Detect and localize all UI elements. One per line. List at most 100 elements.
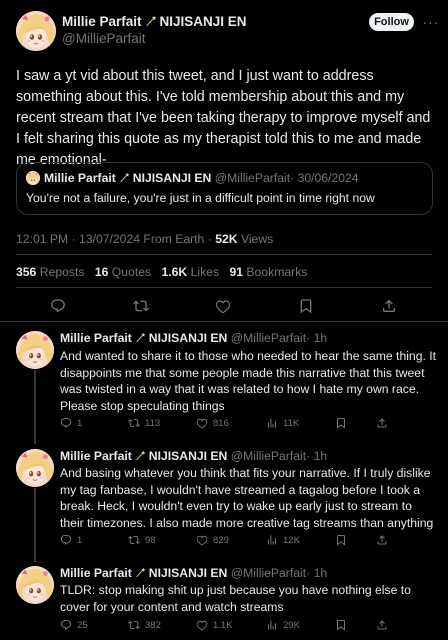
views-count: 11K	[283, 417, 300, 429]
views-button[interactable]: 29K	[266, 619, 300, 631]
views-button[interactable]: 11K	[266, 417, 299, 429]
like-button[interactable]: 1.1K	[196, 619, 233, 631]
like-count: 816	[213, 417, 229, 429]
tweet-time[interactable]: 12:01 PM	[16, 232, 68, 246]
wand-icon	[119, 172, 130, 183]
like-count: 1.1K	[213, 619, 233, 631]
quote-handle: @MillieParfait	[214, 171, 291, 185]
reposts-stat[interactable]: 356 Reposts	[16, 265, 84, 279]
bookmark-button[interactable]	[335, 534, 347, 546]
like-icon	[196, 534, 208, 546]
reply-time[interactable]: · 1h	[306, 331, 327, 345]
avatar-image	[16, 11, 56, 51]
reply-button[interactable]: 25	[60, 619, 88, 631]
reply-actions: 1 98 829 12K	[60, 534, 440, 548]
views-count: 12K	[283, 534, 300, 546]
avatar[interactable]	[16, 11, 56, 51]
reposts-label: Reposts	[39, 265, 85, 279]
quote-affiliation: NIJISANJI EN	[132, 171, 212, 185]
like-icon	[196, 417, 208, 429]
share-button[interactable]	[376, 534, 388, 546]
reply-icon	[60, 619, 72, 631]
views-button[interactable]: 12K	[266, 534, 300, 546]
reply-time[interactable]: · 1h	[306, 449, 327, 463]
views-label: Views	[240, 232, 274, 246]
reply-count: 25	[77, 619, 88, 631]
avatar[interactable]	[16, 566, 54, 604]
divider	[16, 254, 432, 255]
reply-icon	[60, 417, 72, 429]
reply-text: And basing whatever you think that fits …	[60, 466, 434, 530]
more-options-icon[interactable]: ···	[423, 13, 439, 31]
quotes-stat[interactable]: 16 Quotes	[95, 265, 151, 279]
tweet-date: · 13/07/2024 From Earth ·	[71, 232, 212, 246]
author-handle[interactable]: @MillieParfait	[231, 449, 306, 463]
views-icon	[266, 417, 278, 429]
display-name[interactable]: Millie Parfait	[60, 331, 132, 345]
reply-count: 1	[77, 417, 83, 429]
likes-stat[interactable]: 1.6K Likes	[161, 265, 219, 279]
likes-count: 1.6K	[161, 265, 188, 279]
like-button[interactable]: 829	[196, 534, 229, 546]
reply-text: TLDR: stop making shit up just because y…	[60, 583, 411, 614]
bookmark-icon	[335, 534, 347, 546]
author-name[interactable]: Millie Parfait NIJISANJI EN	[62, 14, 247, 29]
reply-time[interactable]: · 1h	[306, 566, 327, 580]
share-icon[interactable]	[381, 298, 397, 314]
bookmarks-count: 91	[229, 265, 244, 279]
divider	[0, 321, 448, 322]
share-button[interactable]	[376, 417, 388, 429]
views-count: 52K	[215, 232, 238, 246]
quote-avatar	[26, 171, 40, 185]
bookmark-icon	[335, 619, 347, 631]
like-button[interactable]: 816	[196, 417, 229, 429]
avatar[interactable]	[16, 449, 54, 487]
reply-header: Millie Parfait NIJISANJI EN @MillieParfai…	[60, 331, 327, 345]
reply-icon	[60, 534, 72, 546]
repost-button[interactable]: 98	[128, 534, 156, 546]
reply-button[interactable]: 1	[60, 534, 82, 546]
share-icon	[376, 534, 388, 546]
author-handle[interactable]: @MillieParfait	[62, 31, 145, 46]
reply-actions: 1 113 816 11K	[60, 417, 440, 431]
affiliation: NIJISANJI EN	[159, 14, 247, 29]
display-name[interactable]: Millie Parfait	[60, 449, 132, 463]
wand-icon	[145, 15, 157, 27]
share-button[interactable]	[376, 619, 388, 631]
quote-author-name: Millie Parfait	[44, 171, 116, 185]
reply-icon[interactable]	[50, 298, 66, 314]
repost-count: 382	[145, 619, 161, 631]
avatar[interactable]	[16, 331, 54, 369]
share-icon	[376, 619, 388, 631]
follow-button[interactable]: Follow	[369, 13, 414, 31]
quote-date: · 30/06/2024	[290, 171, 359, 185]
share-icon	[376, 417, 388, 429]
author-handle[interactable]: @MillieParfait	[231, 331, 306, 345]
repost-button[interactable]: 382	[128, 619, 161, 631]
avatar-image	[16, 566, 54, 604]
views-icon	[266, 619, 278, 631]
display-name[interactable]: Millie Parfait	[60, 566, 132, 580]
bookmark-button[interactable]	[335, 619, 347, 631]
bookmark-icon	[335, 417, 347, 429]
repost-icon[interactable]	[133, 298, 149, 314]
bookmark-button[interactable]	[335, 417, 347, 429]
tweet-actions	[0, 294, 448, 316]
quotes-count: 16	[94, 265, 109, 279]
like-icon[interactable]	[215, 298, 231, 314]
wand-icon	[135, 450, 146, 461]
views-count: 29K	[283, 619, 300, 631]
repost-icon	[128, 619, 140, 631]
reply-button[interactable]: 1	[60, 417, 82, 429]
avatar-image	[16, 449, 54, 487]
quotes-label: Quotes	[111, 265, 152, 279]
affiliation: NIJISANJI EN	[148, 566, 228, 580]
thread-line	[34, 370, 36, 444]
quoted-tweet[interactable]: Millie Parfait NIJISANJI EN @MillieParfai…	[16, 162, 433, 215]
author-handle[interactable]: @MillieParfait	[231, 566, 306, 580]
bookmark-icon[interactable]	[298, 298, 314, 314]
reply-header: Millie Parfait NIJISANJI EN @MillieParfai…	[60, 566, 327, 580]
reply-text: And wanted to share it to those who need…	[60, 349, 437, 413]
repost-button[interactable]: 113	[128, 417, 160, 429]
bookmarks-stat[interactable]: 91 Bookmarks	[229, 265, 307, 279]
